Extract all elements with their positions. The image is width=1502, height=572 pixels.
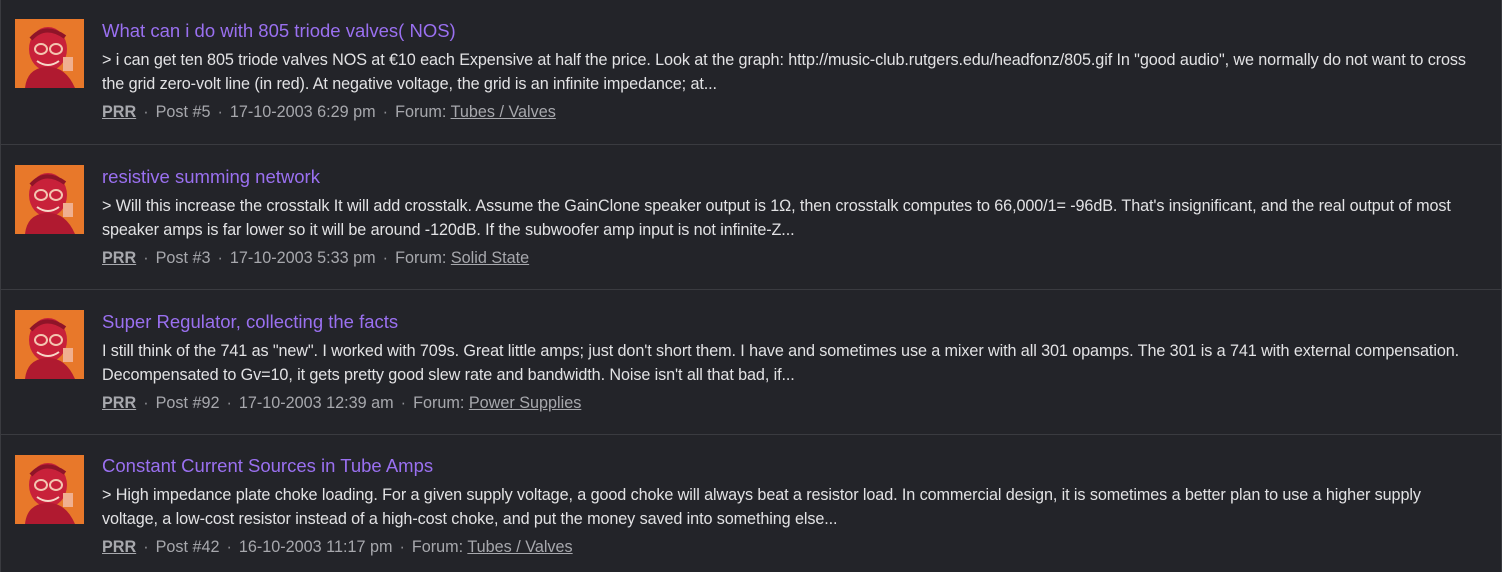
thread-title-link[interactable]: What can i do with 805 triode valves( NO… [102, 18, 1471, 44]
search-result: What can i do with 805 triode valves( NO… [1, 0, 1501, 145]
forum-link[interactable]: Tubes / Valves [467, 538, 572, 556]
post-date: 16-10-2003 11:17 pm [238, 538, 393, 556]
user-avatar[interactable] [15, 310, 84, 379]
separator: · [400, 394, 407, 412]
separator: · [143, 103, 149, 121]
post-snippet: > i can get ten 805 triode valves NOS at… [102, 51, 1466, 93]
post-number: Post #92 [155, 394, 220, 412]
post-number: Post #5 [155, 103, 211, 121]
forum-link[interactable]: Tubes / Valves [451, 103, 556, 121]
username-link[interactable]: PRR [102, 249, 136, 267]
thread-title-link[interactable]: resistive summing network [102, 164, 1471, 190]
post-snippet: > Will this increase the crosstalk It wi… [102, 197, 1451, 239]
user-avatar[interactable] [15, 19, 84, 88]
post-number: Post #42 [155, 538, 220, 556]
post-number: Post #3 [155, 249, 211, 267]
forum-label: Forum: [395, 103, 447, 121]
post-date: 17-10-2003 12:39 am [238, 394, 394, 412]
separator: · [217, 103, 223, 121]
username-link[interactable]: PRR [102, 538, 136, 556]
thread-title-link[interactable]: Super Regulator, collecting the facts [102, 309, 1471, 335]
forum-label: Forum: [411, 538, 464, 556]
forum-label: Forum: [413, 394, 465, 412]
separator: · [143, 538, 149, 556]
post-meta: PRR · Post #5 · 17-10-2003 6:29 pm · Forum: Tu… [102, 100, 1471, 124]
forum-link[interactable]: Power Supplies [469, 394, 581, 412]
separator: · [217, 249, 223, 267]
post-meta: PRR · Post #92 · 17-10-2003 12:39 am · Forum: … [102, 391, 1471, 415]
post-snippet: I still think of the 741 as "new". I wor… [102, 342, 1460, 384]
forum-link[interactable]: Solid State [451, 249, 529, 267]
username-link[interactable]: PRR [102, 103, 136, 121]
post-date: 17-10-2003 5:33 pm [229, 249, 376, 267]
search-result: Super Regulator, collecting the facts I … [1, 290, 1501, 435]
forum-label: Forum: [395, 249, 447, 267]
user-avatar[interactable] [15, 165, 84, 234]
separator: · [226, 538, 232, 556]
separator: · [226, 394, 232, 412]
separator: · [399, 538, 405, 556]
post-meta: PRR · Post #42 · 16-10-2003 11:17 pm · Forum: … [102, 535, 1471, 559]
search-results-list: What can i do with 805 triode valves( NO… [0, 0, 1502, 572]
separator: · [143, 249, 149, 267]
search-result: resistive summing network > Will this in… [1, 145, 1501, 290]
separator: · [382, 249, 389, 267]
thread-title-link[interactable]: Constant Current Sources in Tube Amps [102, 453, 1471, 479]
post-meta: PRR · Post #3 · 17-10-2003 5:33 pm · Forum: So… [102, 246, 1471, 270]
separator: · [143, 394, 149, 412]
username-link[interactable]: PRR [102, 394, 136, 412]
user-avatar[interactable] [15, 455, 84, 524]
search-result: Constant Current Sources in Tube Amps > … [1, 435, 1501, 572]
separator: · [382, 103, 389, 121]
post-date: 17-10-2003 6:29 pm [229, 103, 376, 121]
post-snippet: > High impedance plate choke loading. Fo… [102, 486, 1421, 528]
